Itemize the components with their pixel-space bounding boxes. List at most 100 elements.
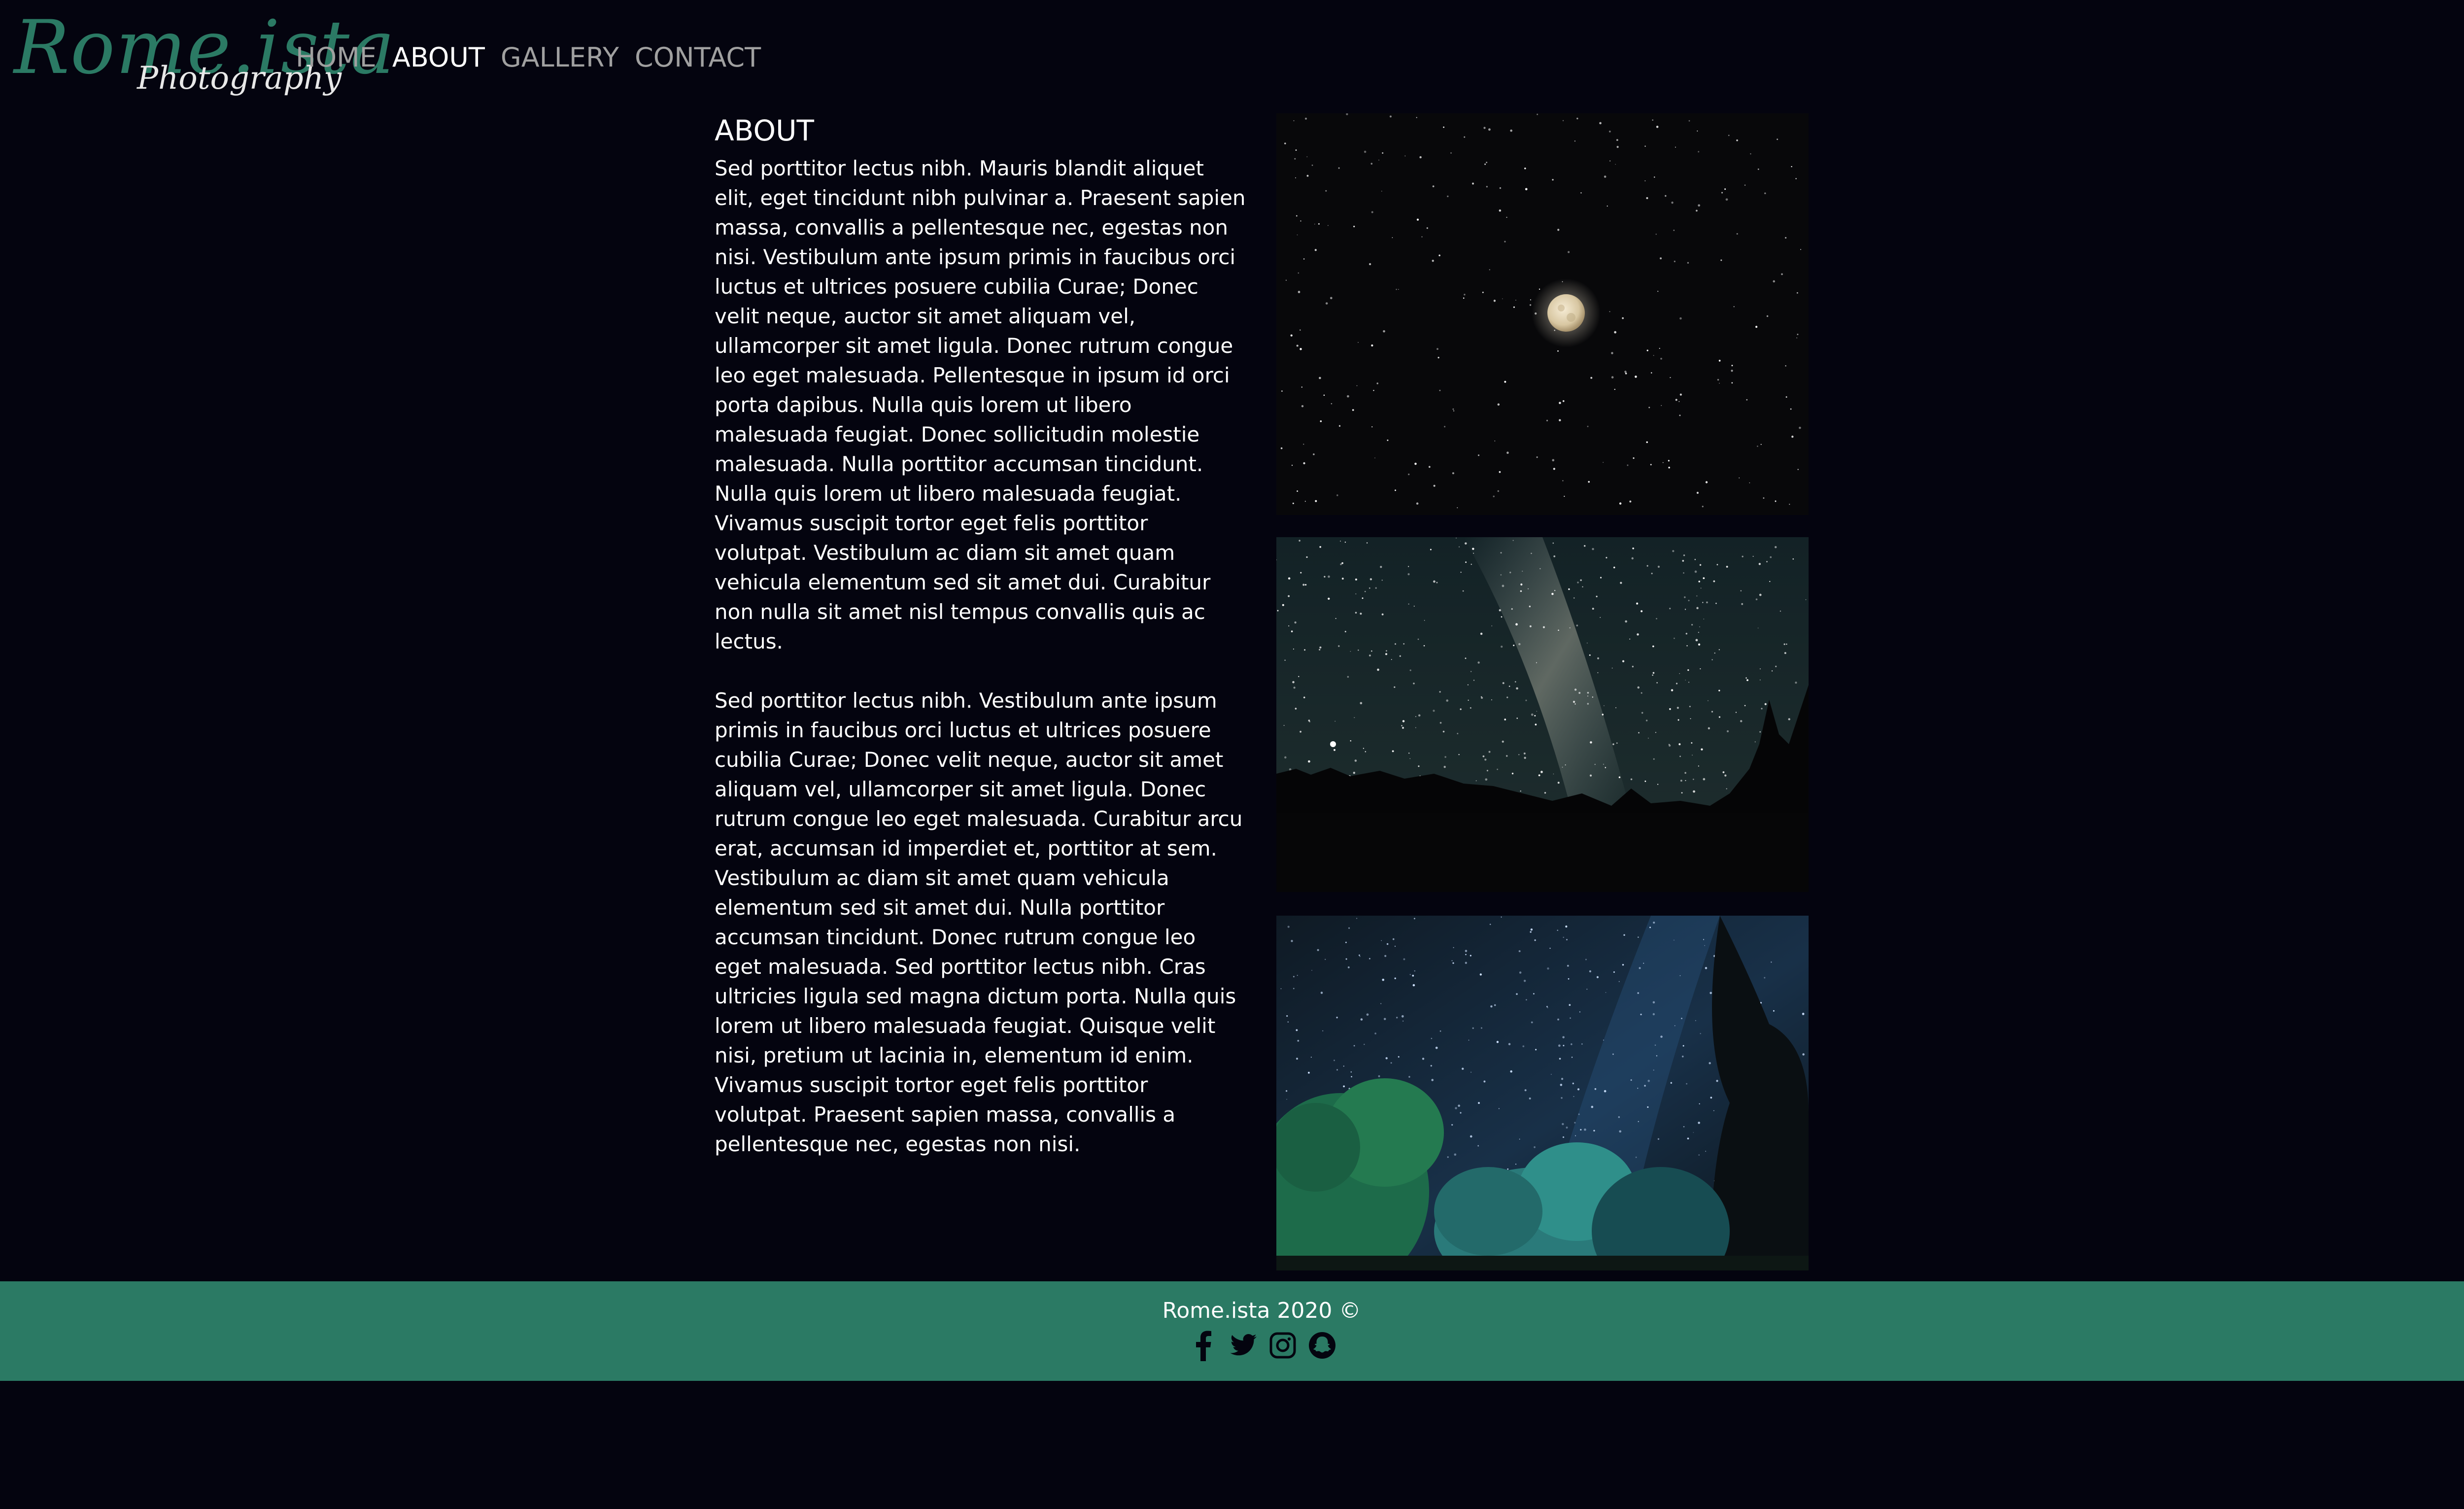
star [1382,978,1385,981]
star [1571,1043,1573,1045]
star [1791,166,1792,168]
nav-contact-link[interactable]: CONTACT [635,40,761,75]
star [1704,945,1705,946]
star [1304,117,1307,120]
star [1402,726,1404,729]
star [1415,716,1416,718]
site-logo[interactable]: Rome.ista Photography [14,11,395,104]
star [1412,974,1414,977]
star [1785,365,1786,367]
star [1761,708,1763,710]
star [1285,1090,1288,1092]
star [1553,773,1554,775]
star [1299,540,1300,542]
star [1744,705,1746,707]
star [1394,977,1396,980]
star [1314,249,1317,251]
star [1407,566,1409,567]
star [1533,993,1535,995]
star [1455,1107,1457,1109]
star [1796,337,1798,339]
star [1791,435,1794,438]
star [1284,659,1286,661]
nav-home-link[interactable]: HOME [296,40,376,75]
star [1403,643,1405,645]
star [1711,711,1713,713]
star [1557,782,1560,784]
star [1542,626,1545,628]
star [1652,119,1654,121]
star [1314,223,1315,225]
facebook-icon[interactable] [1190,1330,1218,1361]
star [1687,262,1689,264]
star [1415,727,1416,728]
star [1443,126,1444,128]
star [1468,1039,1470,1041]
star [1467,684,1469,686]
star [1300,730,1301,733]
star [1720,259,1722,261]
star [1353,226,1355,228]
star [1341,562,1343,564]
star [1656,126,1659,128]
star [1691,742,1693,744]
star [1371,344,1373,347]
star [1436,582,1438,583]
star [1647,1080,1650,1082]
star [1594,1088,1597,1090]
star [1462,1067,1464,1070]
star [1412,984,1415,987]
star [1552,459,1555,462]
star [1520,790,1521,792]
star [1728,135,1730,137]
nav-about-link[interactable]: ABOUT [392,40,485,75]
star [1380,566,1382,568]
star [1594,763,1596,765]
star [1613,566,1615,569]
star [1292,502,1294,504]
star [1483,1080,1486,1083]
star [1687,669,1689,671]
star [1785,396,1787,398]
nav-gallery-link[interactable]: GALLERY [501,40,619,75]
star [1749,482,1750,483]
star [1622,317,1624,319]
star [1604,175,1607,178]
star [1552,179,1554,181]
star [1718,360,1721,362]
star [1319,546,1322,548]
star [1291,630,1293,633]
star [1296,1029,1298,1031]
snapchat-icon[interactable] [1308,1330,1336,1361]
star [1345,941,1347,943]
star [1295,149,1297,151]
star [1381,580,1383,581]
star [1644,180,1646,181]
about-title: ABOUT [715,114,814,147]
star [1394,643,1397,645]
star [1413,683,1415,685]
star [1694,570,1697,573]
star [1506,451,1509,454]
star [1453,947,1454,948]
star [1371,650,1372,652]
star [1568,251,1570,253]
star [1659,347,1660,349]
instagram-icon[interactable] [1268,1330,1297,1361]
star [1558,1044,1561,1047]
twitter-icon[interactable] [1229,1330,1258,1361]
star [1699,1103,1700,1104]
star [1282,604,1284,606]
star [1558,629,1559,631]
star [1311,164,1313,166]
star [1512,540,1514,541]
star [1374,1032,1376,1034]
star [1298,291,1300,293]
star [1716,1080,1718,1082]
star [1681,1055,1684,1058]
star [1764,192,1766,194]
star [1657,784,1659,785]
star [1451,960,1453,961]
star [1360,702,1363,705]
star [1652,672,1655,674]
